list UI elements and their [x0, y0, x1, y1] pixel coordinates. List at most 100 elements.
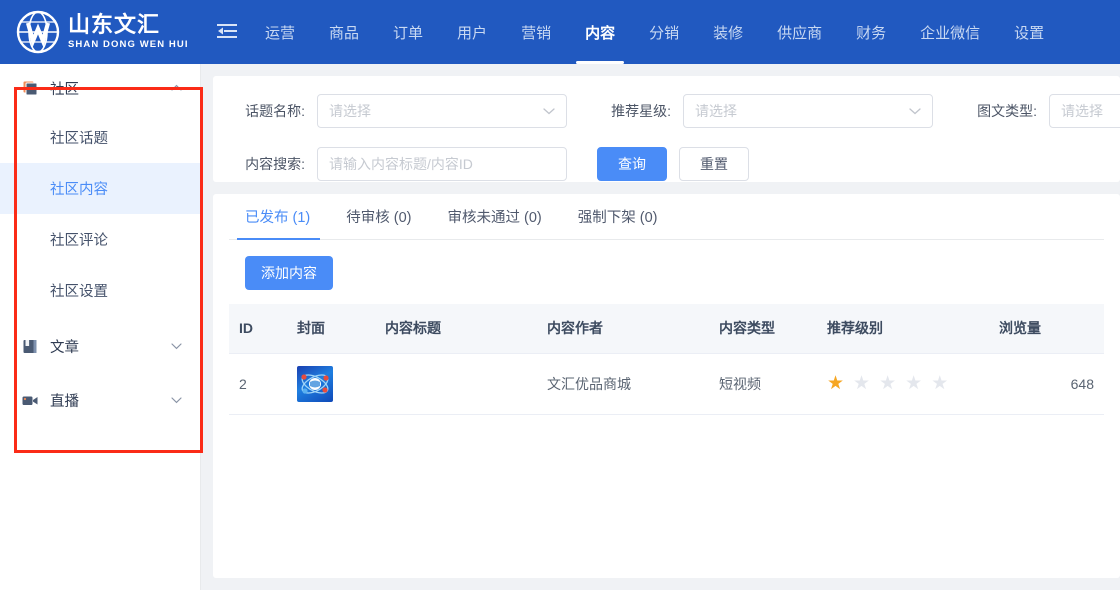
star-icon-1[interactable]: ★	[827, 374, 844, 393]
nav-item-4[interactable]: 营销	[504, 0, 568, 64]
brand-text: 山东文汇 SHAN DONG WEN HUI	[68, 14, 189, 50]
chevron-down-icon	[170, 340, 182, 352]
nav-item-3[interactable]: 用户	[440, 0, 504, 64]
brand-title-en: SHAN DONG WEN HUI	[68, 39, 189, 51]
star-icon-4[interactable]: ★	[905, 374, 922, 393]
tab-review-rejected[interactable]: 审核未通过 (0)	[430, 194, 560, 239]
sidebar-item-community-comment[interactable]: 社区评论	[0, 214, 200, 265]
filter-label-topic: 话题名称:	[245, 102, 305, 119]
table-header-row: ID 封面 内容标题 内容作者 内容类型 推荐级别 浏览量	[229, 304, 1104, 354]
nav-label: 订单	[393, 24, 424, 42]
tab-label: 审核未通过 (0)	[447, 210, 542, 226]
tab-force-removed[interactable]: 强制下架 (0)	[560, 194, 676, 239]
nav-item-10[interactable]: 企业微信	[903, 0, 997, 64]
recommend-star-select[interactable]: 请选择	[683, 93, 933, 128]
video-camera-icon	[22, 392, 38, 408]
column-rating: 推荐级别	[817, 304, 989, 354]
topic-name-placeholder: 请选择	[329, 102, 371, 119]
table-body: 2 文汇优品商城 短视频 ★ ★ ★ ★ ★ 648	[229, 353, 1104, 415]
column-type: 内容类型	[709, 304, 817, 354]
cell-title	[375, 353, 537, 415]
filter-label-media: 图文类型:	[977, 102, 1037, 119]
nav-item-7[interactable]: 装修	[696, 0, 760, 64]
query-button-label: 查询	[618, 155, 646, 172]
add-content-button[interactable]: 添加内容	[245, 256, 333, 290]
sidebar-item-community-settings[interactable]: 社区设置	[0, 265, 200, 316]
nav-label: 内容	[585, 24, 616, 42]
nav-item-2[interactable]: 订单	[376, 0, 440, 64]
brand-logo[interactable]: 山东文汇 SHAN DONG WEN HUI	[0, 0, 200, 64]
sidebar-group-label: 文章	[50, 339, 79, 356]
nav-label: 用户	[457, 24, 488, 42]
chevron-down-icon	[543, 107, 555, 115]
filter-recommend-star: 推荐星级: 请选择	[599, 93, 933, 128]
globe-network-thumbnail[interactable]	[297, 365, 333, 402]
nav-item-1[interactable]: 商品	[312, 0, 376, 64]
nav-label: 装修	[713, 24, 744, 42]
cell-type: 短视频	[709, 353, 817, 415]
sidebar-group-label: 社区	[50, 81, 79, 98]
media-type-placeholder: 请选择	[1061, 102, 1103, 119]
content-search-placeholder: 请输入内容标题/内容ID	[329, 155, 473, 172]
sidebar-item-community-topic[interactable]: 社区话题	[0, 112, 200, 163]
sidebar-item-label: 社区设置	[50, 284, 108, 300]
column-id: ID	[229, 304, 287, 354]
column-author: 内容作者	[537, 304, 709, 354]
reset-button-label: 重置	[700, 155, 728, 172]
cell-cover	[287, 353, 375, 415]
book-icon	[22, 338, 38, 354]
nav-item-9[interactable]: 财务	[839, 0, 903, 64]
column-title: 内容标题	[375, 304, 537, 354]
filter-panel: 话题名称: 请选择 推荐星级: 请选择 图文类型: 请选择 内容搜索: 请输入内…	[213, 76, 1120, 182]
nav-item-11[interactable]: 设置	[997, 0, 1061, 64]
star-icon-3[interactable]: ★	[879, 374, 896, 393]
query-button[interactable]: 查询	[597, 146, 667, 181]
content-panel: 已发布 (1) 待审核 (0) 审核未通过 (0) 强制下架 (0) 添加内容	[213, 194, 1120, 578]
table-row[interactable]: 2 文汇优品商城 短视频 ★ ★ ★ ★ ★ 648	[229, 353, 1104, 415]
star-icon-5[interactable]: ★	[931, 374, 948, 393]
cell-author: 文汇优品商城	[537, 353, 709, 415]
star-rating[interactable]: ★ ★ ★ ★ ★	[827, 374, 979, 393]
menu-fold-icon[interactable]	[214, 19, 240, 45]
recommend-star-placeholder: 请选择	[695, 102, 737, 119]
sidebar-group-label: 直播	[50, 393, 79, 410]
filter-label-search: 内容搜索:	[245, 155, 305, 172]
content-search-input[interactable]: 请输入内容标题/内容ID	[317, 146, 567, 181]
sidebar-item-label: 社区评论	[50, 233, 108, 249]
tab-label: 已发布 (1)	[245, 210, 311, 226]
brand-title-cn: 山东文汇	[68, 12, 161, 38]
chevron-down-icon	[170, 394, 182, 406]
column-cover: 封面	[287, 304, 375, 354]
nav-item-0[interactable]: 运营	[248, 0, 312, 64]
star-icon-2[interactable]: ★	[853, 374, 870, 393]
chevron-down-icon	[909, 107, 921, 115]
status-tabs: 已发布 (1) 待审核 (0) 审核未通过 (0) 强制下架 (0)	[229, 194, 1104, 240]
nav-item-8[interactable]: 供应商	[760, 0, 839, 64]
filter-media-type: 图文类型: 请选择	[965, 93, 1120, 128]
topic-name-select[interactable]: 请选择	[317, 93, 567, 128]
nav-label: 运营	[265, 24, 296, 42]
sidebar-item-label: 社区内容	[50, 182, 108, 198]
reset-button[interactable]: 重置	[679, 146, 749, 181]
chevron-up-icon	[170, 82, 182, 94]
cell-id: 2	[229, 353, 287, 415]
nav-label: 财务	[856, 24, 887, 42]
sidebar-item-community-content[interactable]: 社区内容	[0, 163, 200, 214]
filter-row-1: 话题名称: 请选择 推荐星级: 请选择 图文类型: 请选择	[213, 92, 1120, 129]
nav-item-5-active[interactable]: 内容	[568, 0, 632, 64]
column-views: 浏览量	[989, 304, 1104, 354]
sidebar-item-label: 社区话题	[50, 131, 108, 147]
nav-item-6[interactable]: 分销	[632, 0, 696, 64]
filter-label-star: 推荐星级:	[611, 102, 671, 119]
sidebar-group-article[interactable]: 文章	[0, 322, 200, 370]
nav-label: 商品	[329, 24, 360, 42]
sidebar-group-community[interactable]: 社区	[0, 64, 200, 112]
content-table: ID 封面 内容标题 内容作者 内容类型 推荐级别 浏览量 2 文汇优品商城 短…	[229, 304, 1104, 415]
media-type-select[interactable]: 请选择	[1049, 93, 1120, 128]
sidebar-group-live[interactable]: 直播	[0, 376, 200, 424]
add-content-label: 添加内容	[261, 265, 317, 281]
tab-label: 待审核 (0)	[346, 210, 412, 226]
tab-pending-review[interactable]: 待审核 (0)	[328, 194, 429, 239]
tab-published[interactable]: 已发布 (1)	[229, 194, 328, 240]
filter-content-search: 内容搜索: 请输入内容标题/内容ID	[213, 146, 567, 181]
